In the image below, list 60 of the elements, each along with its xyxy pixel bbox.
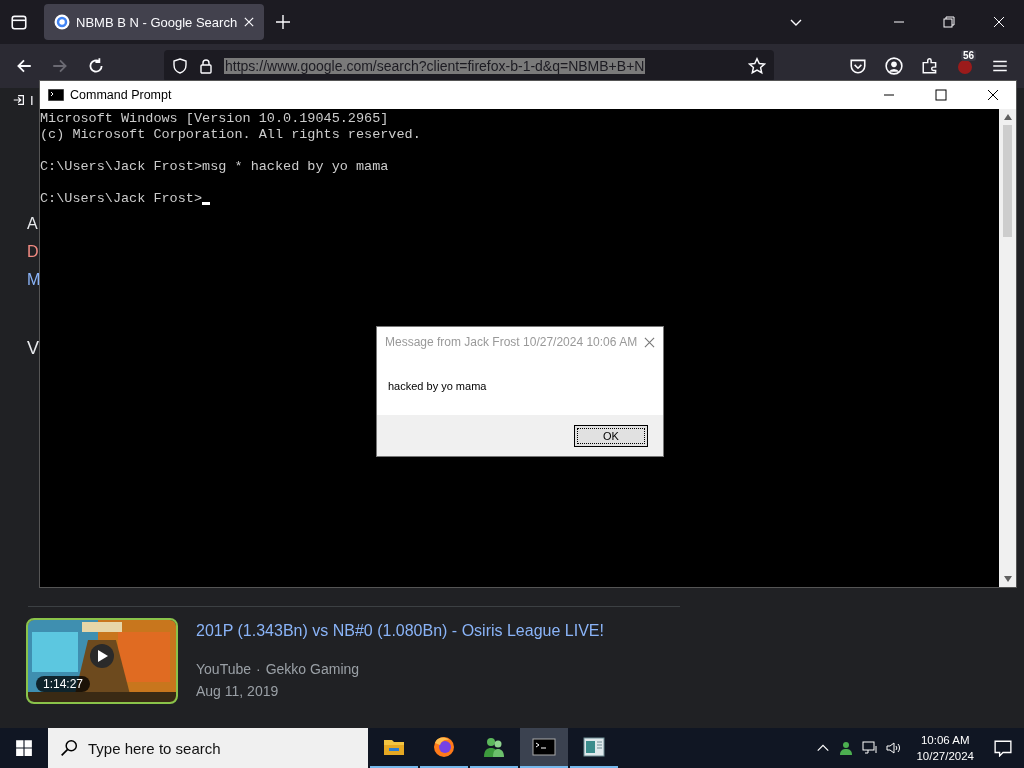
- close-icon[interactable]: [987, 89, 999, 101]
- message-text: hacked by yo mama: [388, 380, 487, 392]
- count-badge: 56: [961, 50, 977, 61]
- tab-title: NBMB B N - Google Search: [76, 14, 238, 30]
- maximize-icon[interactable]: [935, 89, 947, 101]
- forward-icon[interactable]: [51, 57, 69, 75]
- people-icon: [482, 735, 506, 759]
- url-text: https://www.google.com/search?client=firefox-b-1-d&q=NBMB+B+N: [224, 58, 646, 74]
- duration-badge: 1:14:27: [36, 676, 91, 692]
- result-text: A: [27, 215, 39, 233]
- firefox-icon: [432, 735, 456, 759]
- bookmark-item[interactable]: I: [30, 92, 34, 108]
- text-cursor: [202, 202, 211, 205]
- account-icon[interactable]: [885, 57, 903, 75]
- tab-list-icon[interactable]: [10, 13, 28, 31]
- result-text: D: [27, 243, 39, 261]
- console-line: (c) Microsoft Corporation. All rights reserved.: [40, 127, 421, 143]
- arrow-up-icon[interactable]: [1003, 114, 1012, 120]
- result-text: V: [27, 339, 39, 357]
- people-icon[interactable]: [838, 740, 855, 756]
- search-field[interactable]: Type here to search: [48, 728, 368, 768]
- back-icon[interactable]: [15, 57, 33, 75]
- addon-icon[interactable]: [957, 58, 973, 74]
- lock-icon[interactable]: [198, 58, 214, 74]
- puzzle-icon[interactable]: [921, 57, 939, 75]
- console-line: Microsoft Windows [Version 10.0.19045.2965]: [40, 111, 389, 127]
- restore-icon[interactable]: [943, 16, 955, 28]
- search-icon: [60, 739, 78, 757]
- clock[interactable]: 10:06 AM 10/27/2024: [916, 732, 974, 764]
- pocket-icon[interactable]: [849, 57, 867, 75]
- scrollbar[interactable]: [999, 109, 1016, 587]
- channel-text: Gekko Gaming: [265, 661, 360, 677]
- date-text: Aug 11, 2019: [196, 683, 280, 699]
- network-icon[interactable]: [862, 740, 879, 756]
- arrow-down-icon[interactable]: [1003, 576, 1012, 582]
- taskbar-app[interactable]: [520, 728, 568, 768]
- sign-in-icon[interactable]: [12, 93, 26, 107]
- reload-icon[interactable]: [87, 57, 105, 75]
- result-text: M: [27, 271, 39, 289]
- console-icon: [532, 735, 556, 759]
- shield-icon[interactable]: [172, 58, 188, 74]
- video-title-link[interactable]: 201P (1.343Bn) vs NB#0 (1.080Bn) - Osiris League LIVE!: [196, 622, 604, 640]
- address-bar[interactable]: https://www.google.com/search?client=firefox-b-1-d&q=NBMB+B+N: [164, 50, 774, 82]
- source-text: YouTube: [196, 661, 251, 677]
- speaker-icon[interactable]: [886, 740, 903, 756]
- console-line: C:\Users\Jack Frost>: [40, 191, 203, 207]
- console-line: C:\Users\Jack Frost>msg * hacked by yo mama: [40, 159, 389, 175]
- window-icon: [582, 735, 606, 759]
- ok-button[interactable]: OK: [574, 424, 648, 447]
- scrollbar-thumb[interactable]: [1003, 125, 1012, 237]
- separator-text: ·: [256, 661, 261, 677]
- browser-tab[interactable]: NBMB B N - Google Search: [44, 4, 264, 40]
- star-icon[interactable]: [748, 57, 766, 75]
- window-title: Command Prompt: [70, 88, 172, 102]
- dialog-title: Message from Jack Frost 10/27/2024 10:06 AM: [385, 335, 638, 349]
- windows-start-icon[interactable]: [15, 739, 33, 757]
- video-thumbnail[interactable]: 1:14:27: [28, 620, 176, 702]
- notification-icon[interactable]: [994, 739, 1012, 757]
- new-tab-icon[interactable]: [276, 15, 290, 29]
- console-icon: [48, 89, 64, 101]
